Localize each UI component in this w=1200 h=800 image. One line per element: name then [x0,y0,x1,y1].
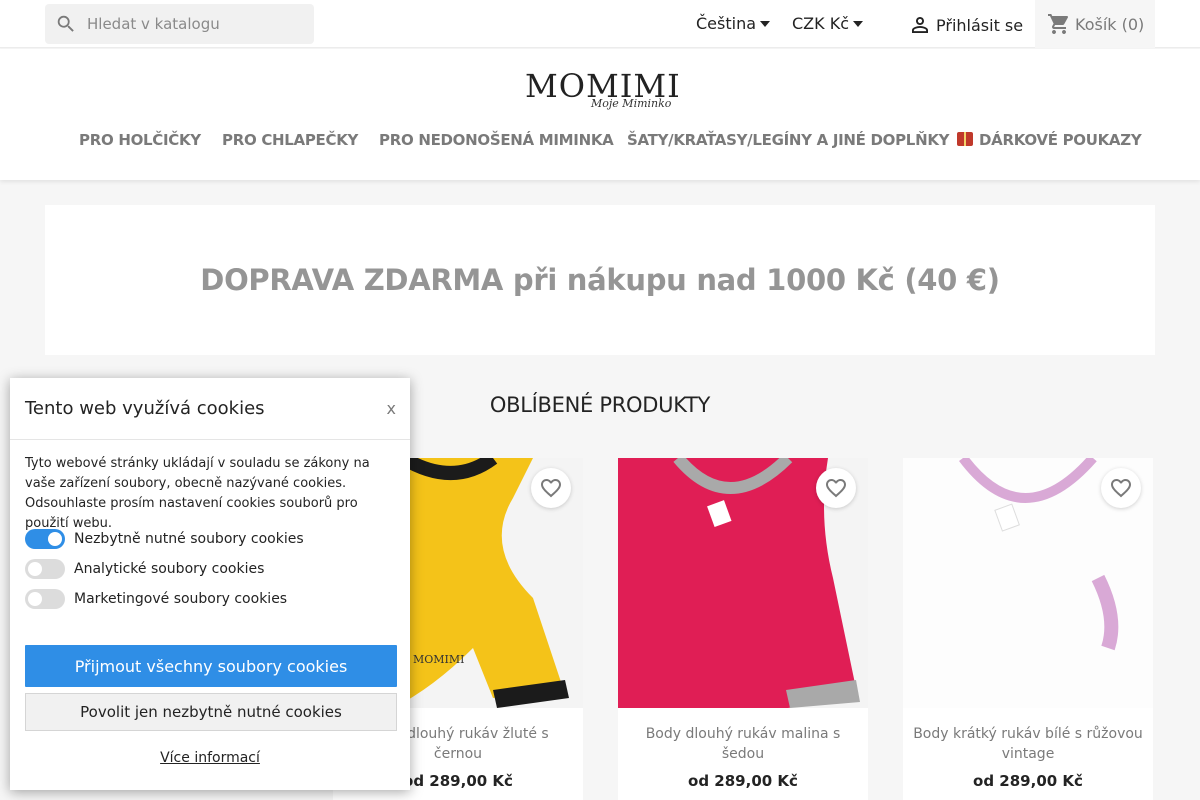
toggle-switch[interactable] [25,529,65,549]
cookie-toggle-necessary[interactable]: Nezbytně nutné soubory cookies [25,529,304,549]
more-info-link[interactable]: Více informací [10,750,410,766]
cart-button[interactable]: Košík (0) [1035,0,1155,48]
product-name[interactable]: Body dlouhý rukáv malina s šedou [618,708,868,764]
language-select[interactable]: Čeština [696,14,771,33]
language-label: Čeština [696,14,757,33]
toggle-switch[interactable] [25,559,65,579]
cookie-dialog: Tento web využívá cookies x Tyto webové … [10,378,410,790]
shipping-banner: DOPRAVA ZDARMA při nákupu nad 1000 Kč (4… [45,205,1155,355]
toggle-label: Analytické soubory cookies [74,561,265,577]
toggle-label: Marketingové soubory cookies [74,591,288,607]
chevron-down-icon [853,20,863,27]
cookie-toggle-marketing[interactable]: Marketingové soubory cookies [25,589,287,609]
login-label: Přihlásit se [936,15,1024,35]
product-price: od 289,00 Kč [688,772,798,790]
search-icon [57,15,74,32]
product-image[interactable] [903,458,1153,708]
cart-label: Košík (0) [1075,14,1145,34]
heart-icon [541,479,561,498]
nav-item-premature[interactable]: PRO NEDONOŠENÁ MIMINKA [379,131,614,149]
close-button[interactable]: x [387,399,396,418]
nav-item-label: DÁRKOVÉ POUKAZY [979,131,1142,149]
nav-item-gift-vouchers[interactable]: DÁRKOVÉ POUKAZY [957,131,1142,149]
search-input[interactable] [87,15,287,33]
heart-icon [1111,479,1131,498]
site-header: MOMIMI Moje Miminko PRO HOLČIČKY PRO CHL… [0,49,1200,180]
top-bar: Čeština CZK Kč Přihlásit se Košík (0) [0,0,1200,48]
chevron-down-icon [760,20,771,27]
add-to-wishlist-button[interactable] [816,468,856,508]
product-name[interactable]: Body krátký rukáv bílé s růžovou vintage [903,708,1153,764]
cookie-description: Tyto webové stránky ukládají v souladu s… [25,456,370,531]
user-icon [912,17,928,33]
add-to-wishlist-button[interactable] [1101,468,1141,508]
nav-item-accessories[interactable]: ŠATY/KRAŤASY/LEGÍNY A JINÉ DOPLŇKY [627,131,950,149]
search-box[interactable] [45,4,314,44]
toggle-label: Nezbytně nutné soubory cookies [74,531,304,547]
login-link[interactable]: Přihlásit se [908,13,1023,37]
accept-all-cookies-button[interactable]: Přijmout všechny soubory cookies [25,645,397,687]
heart-icon [826,479,846,498]
logo[interactable]: MOMIMI Moje Miminko [525,67,680,111]
product-card[interactable]: Body krátký rukáv bílé s růžovou vintage… [903,458,1153,800]
logo-subtext: Moje Miminko [591,97,672,110]
main-nav: PRO HOLČIČKY PRO CHLAPEČKY PRO NEDONOŠEN… [0,131,1200,151]
gift-icon [957,132,973,146]
necessary-cookies-button[interactable]: Povolit jen nezbytně nutné cookies [25,693,397,731]
nav-item-boys[interactable]: PRO CHLAPEČKY [222,131,358,149]
currency-select[interactable]: CZK Kč [792,14,863,33]
cart-icon [1048,14,1069,34]
toggle-switch[interactable] [25,589,65,609]
svg-text:MOMIMI: MOMIMI [413,653,465,666]
product-card[interactable]: Body dlouhý rukáv malina s šedou od 289,… [618,458,868,800]
banner-text: DOPRAVA ZDARMA při nákupu nad 1000 Kč (4… [200,263,1000,297]
product-price: od 289,00 Kč [973,772,1083,790]
cookie-toggle-analytics[interactable]: Analytické soubory cookies [25,559,264,579]
currency-label: CZK Kč [792,14,849,33]
cookie-dialog-header: Tento web využívá cookies x [10,378,410,440]
product-image[interactable] [618,458,868,708]
add-to-wishlist-button[interactable] [531,468,571,508]
nav-item-girls[interactable]: PRO HOLČIČKY [79,131,201,149]
cookie-dialog-title: Tento web využívá cookies [25,398,265,419]
